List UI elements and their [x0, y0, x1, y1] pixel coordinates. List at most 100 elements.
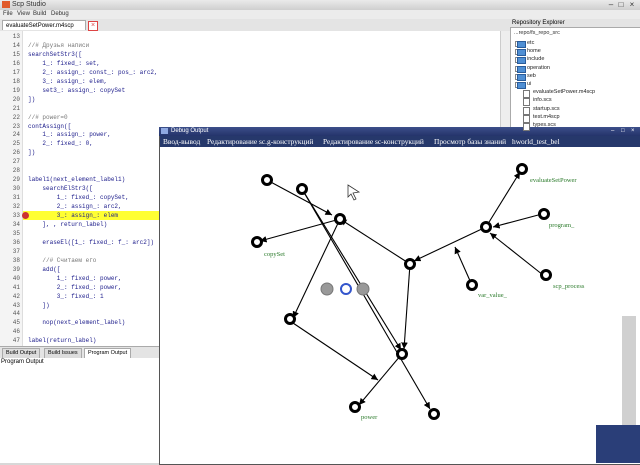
line-number: 18 [12, 77, 20, 85]
node-menu-center-icon[interactable] [340, 283, 352, 295]
file-icon [523, 106, 530, 115]
line-gutter: 13 14 15 16 17 18 19 20 21 22 23 24 25 26 27 28 29 30 31 32… [0, 31, 23, 346]
repo-item[interactable]: home [527, 48, 541, 54]
line-number: 27 [12, 158, 20, 166]
editor-tab[interactable]: evaluateSetPower.m4scp [2, 20, 86, 30]
line-number: 20 [12, 95, 20, 103]
debug-menu-io[interactable]: Ввод-вывод [163, 136, 200, 147]
graph-node[interactable] [540, 269, 552, 281]
code-line: ]) [28, 95, 36, 103]
graph-node[interactable] [480, 221, 492, 233]
code-line: 2_: assign_: arc2, [28, 203, 122, 211]
debug-title-bar: Debug Output – □ × [159, 127, 640, 136]
code-line: contAssign([ [28, 122, 72, 130]
repo-item[interactable]: seb [527, 73, 536, 79]
code-line: 1_: fixed_: copySet, [28, 194, 129, 202]
label-var-value: var_value_ [478, 292, 508, 299]
repo-item[interactable]: etc [527, 40, 534, 46]
debug-close-icon[interactable]: × [631, 127, 635, 136]
folder-icon [517, 65, 526, 73]
debug-maximize-icon[interactable]: □ [621, 127, 625, 136]
line-number: 45 [12, 319, 20, 327]
repo-item[interactable]: include [527, 56, 544, 62]
graph-node[interactable] [251, 236, 263, 248]
tab-close-icon[interactable]: × [88, 21, 98, 31]
line-number: 32 [12, 203, 20, 211]
line-number: 15 [12, 50, 20, 58]
debug-menu-kb-view[interactable]: Просмотр базы знаний [434, 136, 506, 147]
node-menu-left-icon[interactable] [320, 282, 334, 296]
repo-item[interactable]: test.m4scp [533, 114, 560, 120]
code-line: 3_: fixed_: 1 [28, 292, 104, 300]
code-line: //# Друзья написи [28, 41, 90, 49]
label-program: program_ [549, 222, 575, 229]
mouse-cursor-icon [347, 184, 361, 201]
line-number: 42 [12, 292, 20, 300]
line-number: 19 [12, 86, 20, 94]
code-line: ], , return_label) [28, 220, 108, 228]
repo-item[interactable]: operation [527, 65, 550, 71]
menu-build[interactable]: Build [33, 10, 46, 19]
debug-menu-hworld[interactable]: hworld_test_bel [512, 136, 560, 147]
line-number: 46 [12, 328, 20, 336]
file-icon [523, 98, 530, 107]
maximize-icon[interactable]: □ [616, 1, 626, 9]
graph-edge [289, 320, 379, 381]
repo-item[interactable]: types.scs [533, 122, 556, 128]
graph-node[interactable] [261, 174, 273, 186]
line-number: 29 [12, 176, 20, 184]
output-panel-label: Program Output [1, 359, 44, 365]
node-menu-right-icon[interactable] [356, 282, 370, 296]
repository-path: ...repo/fs_repo_src [514, 30, 560, 36]
line-number: 30 [12, 185, 20, 193]
line-number: 25 [12, 140, 20, 148]
debug-side-scroller[interactable] [622, 316, 636, 436]
label-copyset: copySet [264, 251, 285, 258]
menu-view[interactable]: View [17, 10, 30, 19]
app-icon [2, 1, 10, 8]
debug-window-icon [161, 128, 168, 134]
graph-node[interactable] [349, 401, 361, 413]
graph-node[interactable] [538, 208, 550, 220]
folder-icon [517, 49, 526, 57]
line-number: 13 [12, 33, 20, 40]
menu-file[interactable]: File [3, 10, 13, 19]
repo-item[interactable]: evaluateSetPower.m4scp [533, 89, 595, 95]
graph-node[interactable] [428, 408, 440, 420]
code-line: 1_: fixed_: set, [28, 59, 101, 67]
graph-edge [413, 226, 487, 262]
code-line: searchSetStr3([ [28, 50, 83, 58]
repo-item[interactable]: startup.scs [533, 106, 560, 112]
code-line: ]) [28, 301, 50, 309]
graph-edge [454, 246, 472, 284]
sc-graph-canvas[interactable]: evaluateSetPower copySet program_ var_va… [160, 147, 640, 463]
code-line: 1_: fixed_: power, [28, 274, 122, 282]
code-line: eraseEl([1_: fixed_: f_: arc2]) [28, 238, 155, 246]
repo-item[interactable]: info.scs [533, 97, 552, 103]
graph-node[interactable] [404, 258, 416, 270]
menu-debug[interactable]: Debug [51, 10, 69, 19]
graph-node[interactable] [466, 279, 478, 291]
graph-node[interactable] [296, 183, 308, 195]
line-number: 43 [12, 301, 20, 309]
graph-edge [492, 213, 543, 229]
code-line: //# power=0 [28, 113, 68, 121]
graph-node[interactable] [516, 163, 528, 175]
line-number: 26 [12, 149, 20, 157]
repo-item[interactable]: ui [527, 81, 531, 87]
line-number: 36 [12, 238, 20, 246]
debug-menu-scg-edit[interactable]: Редактирование sc.g-конструкций [207, 136, 313, 147]
folder-icon [517, 57, 526, 65]
repository-header: Repository Explorer [510, 19, 640, 28]
code-line: add([ [28, 265, 61, 273]
line-number: 21 [12, 104, 20, 112]
close-icon[interactable]: × [627, 1, 637, 9]
graph-node[interactable] [284, 313, 296, 325]
minimize-icon[interactable]: – [606, 1, 616, 9]
line-number: 39 [12, 265, 20, 273]
graph-node[interactable] [396, 348, 408, 360]
debug-minimize-icon[interactable]: – [611, 127, 614, 136]
graph-node[interactable] [334, 213, 346, 225]
debug-title: Debug Output [171, 128, 209, 134]
debug-menu-sc-edit[interactable]: Редактирование sc-конструкций [323, 136, 424, 147]
